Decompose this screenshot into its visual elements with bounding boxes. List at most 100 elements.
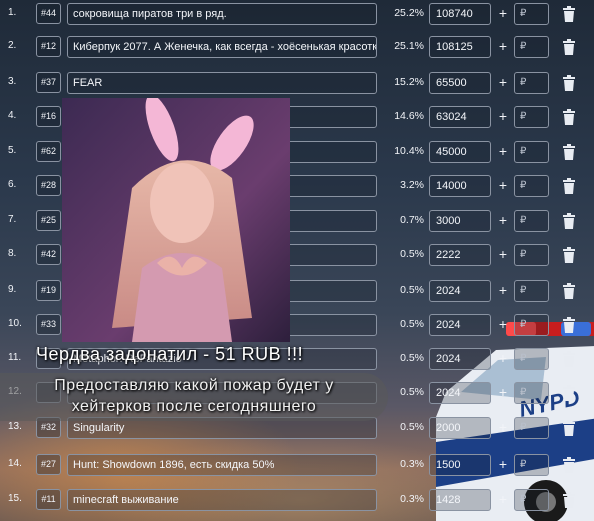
row-id-badge[interactable]: #12: [36, 36, 61, 57]
row-title-input[interactable]: minecraft выживание: [67, 489, 377, 511]
row-id-badge[interactable]: #33: [36, 314, 61, 335]
row-id-badge[interactable]: #27: [36, 454, 61, 475]
row-percent: 0.5%: [400, 318, 424, 330]
row-title-input[interactable]: сокровища пиратов три в ряд.: [67, 3, 377, 25]
row-amount-input[interactable]: 63024: [429, 106, 491, 128]
row-percent: 10.4%: [394, 145, 424, 157]
row-rank: 5.: [8, 145, 17, 156]
row-amount-input[interactable]: 14000: [429, 175, 491, 197]
row-percent: 0.5%: [400, 284, 424, 296]
row-amount-input[interactable]: 2222: [429, 244, 491, 266]
row-rank: 13.: [8, 421, 22, 432]
row-amount-input[interactable]: 2024: [429, 348, 491, 370]
currency-input[interactable]: ₽: [514, 175, 549, 197]
currency-input[interactable]: ₽: [514, 141, 549, 163]
currency-input[interactable]: ₽: [514, 417, 549, 439]
trash-icon[interactable]: [562, 420, 576, 436]
row-id-badge[interactable]: #16: [36, 106, 61, 127]
list-row: 1. #44 сокровища пиратов три в ряд. 25.2% 10…: [0, 0, 594, 30]
row-amount-input[interactable]: 1500: [429, 454, 491, 476]
currency-input[interactable]: ₽: [514, 348, 549, 370]
trash-icon[interactable]: [562, 317, 576, 333]
add-amount-button[interactable]: +: [497, 382, 509, 402]
trash-icon[interactable]: [562, 492, 576, 508]
row-percent: 0.5%: [400, 248, 424, 260]
row-title-input[interactable]: Hunt: Showdown 1896, есть скидка 50%: [67, 454, 377, 476]
add-amount-button[interactable]: +: [497, 314, 509, 334]
row-amount-input[interactable]: 45000: [429, 141, 491, 163]
currency-input[interactable]: ₽: [514, 106, 549, 128]
add-amount-button[interactable]: +: [497, 106, 509, 126]
row-id-badge[interactable]: #19: [36, 280, 61, 301]
currency-input[interactable]: ₽: [514, 280, 549, 302]
add-amount-button[interactable]: +: [497, 244, 509, 264]
row-amount-input[interactable]: 1428: [429, 489, 491, 511]
add-amount-button[interactable]: +: [497, 3, 509, 23]
row-rank: 7.: [8, 214, 17, 225]
add-amount-button[interactable]: +: [497, 175, 509, 195]
row-percent: 15.2%: [394, 76, 424, 88]
trash-icon[interactable]: [562, 385, 576, 401]
trash-icon[interactable]: [562, 75, 576, 91]
row-id-badge[interactable]: #42: [36, 244, 61, 265]
row-amount-input[interactable]: 108740: [429, 3, 491, 25]
donation-alert-message: Предоставляю какой пожар будет у хейтерк…: [0, 373, 388, 421]
row-rank: 11.: [8, 352, 22, 363]
currency-input[interactable]: ₽: [514, 489, 549, 511]
webcam-overlay: [62, 98, 290, 342]
row-amount-input[interactable]: 65500: [429, 72, 491, 94]
add-amount-button[interactable]: +: [497, 280, 509, 300]
row-amount-input[interactable]: 108125: [429, 36, 491, 58]
row-amount-input[interactable]: 2024: [429, 280, 491, 302]
trash-icon[interactable]: [562, 109, 576, 125]
trash-icon[interactable]: [562, 213, 576, 229]
add-amount-button[interactable]: +: [497, 210, 509, 230]
add-amount-button[interactable]: +: [497, 489, 509, 509]
row-percent: 0.5%: [400, 421, 424, 433]
currency-input[interactable]: ₽: [514, 382, 549, 404]
trash-icon[interactable]: [562, 247, 576, 263]
row-amount-input[interactable]: 2024: [429, 382, 491, 404]
trash-icon[interactable]: [562, 178, 576, 194]
row-percent: 14.6%: [394, 110, 424, 122]
currency-input[interactable]: ₽: [514, 314, 549, 336]
add-amount-button[interactable]: +: [497, 72, 509, 92]
row-rank: 4.: [8, 110, 17, 121]
trash-icon[interactable]: [562, 457, 576, 473]
row-id-badge[interactable]: #28: [36, 175, 61, 196]
trash-icon[interactable]: [562, 39, 576, 55]
row-id-badge[interactable]: #44: [36, 3, 61, 24]
trash-icon[interactable]: [562, 283, 576, 299]
trash-icon[interactable]: [562, 351, 576, 367]
row-id-badge[interactable]: #37: [36, 72, 61, 93]
donation-alert-title: Чердва задонатил - 51 RUB !!!: [36, 344, 304, 364]
add-amount-button[interactable]: +: [497, 454, 509, 474]
row-title-input[interactable]: FEAR: [67, 72, 377, 94]
row-rank: 10.: [8, 318, 22, 329]
currency-input[interactable]: ₽: [514, 454, 549, 476]
row-amount-input[interactable]: 3000: [429, 210, 491, 232]
list-row: 2. #12 Киберпук 2077. А Женечка, как всегд…: [0, 33, 594, 63]
row-id-badge[interactable]: #25: [36, 210, 61, 231]
list-row: 15. #11 minecraft выживание 0.3% 1428 + ₽: [0, 486, 594, 516]
row-percent: 0.5%: [400, 386, 424, 398]
add-amount-button[interactable]: +: [497, 36, 509, 56]
row-amount-input[interactable]: 2000: [429, 417, 491, 439]
currency-input[interactable]: ₽: [514, 3, 549, 25]
add-amount-button[interactable]: +: [497, 348, 509, 368]
row-id-badge[interactable]: #11: [36, 489, 61, 510]
trash-icon[interactable]: [562, 6, 576, 22]
row-title-input[interactable]: Киберпук 2077. А Женечка, как всегда - х…: [67, 36, 377, 58]
add-amount-button[interactable]: +: [497, 417, 509, 437]
currency-input[interactable]: ₽: [514, 244, 549, 266]
row-id-badge[interactable]: #62: [36, 141, 61, 162]
currency-input[interactable]: ₽: [514, 72, 549, 94]
row-percent: 0.3%: [400, 493, 424, 505]
list-row: 3. #37 FEAR 15.2% 65500 + ₽: [0, 69, 594, 99]
currency-input[interactable]: ₽: [514, 210, 549, 232]
row-amount-input[interactable]: 2024: [429, 314, 491, 336]
add-amount-button[interactable]: +: [497, 141, 509, 161]
trash-icon[interactable]: [562, 144, 576, 160]
row-rank: 9.: [8, 284, 17, 295]
currency-input[interactable]: ₽: [514, 36, 549, 58]
